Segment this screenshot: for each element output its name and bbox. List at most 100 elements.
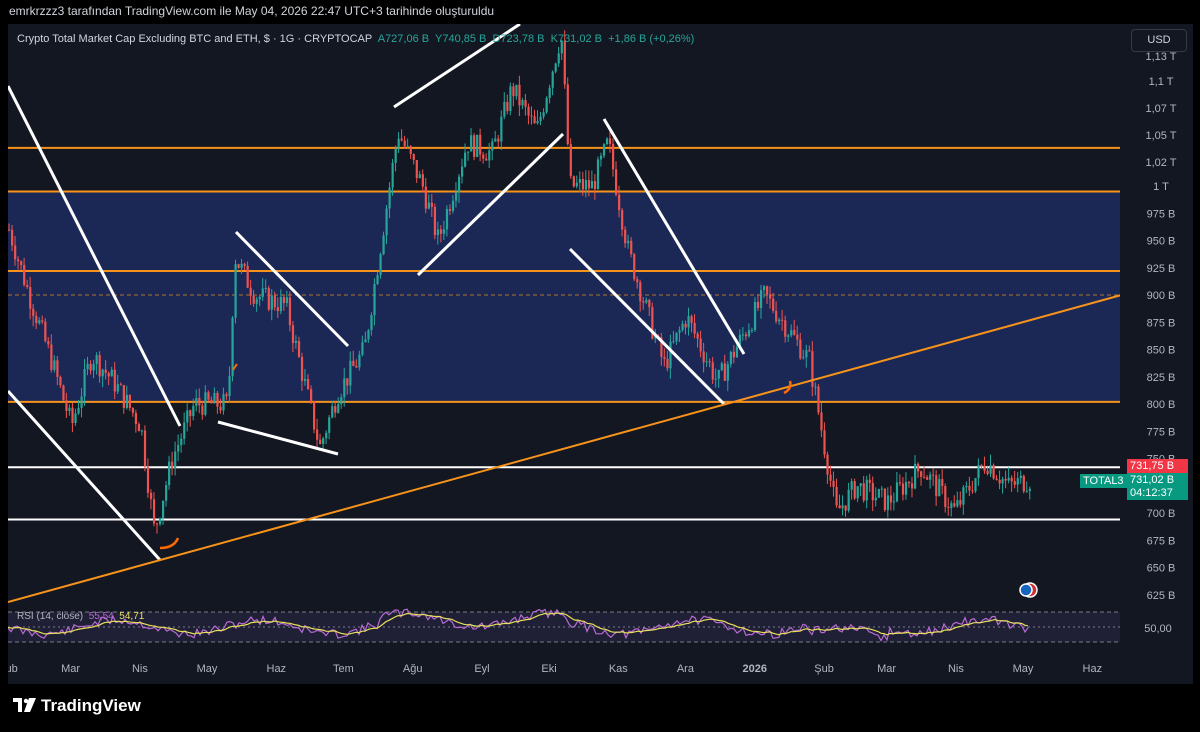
candle-body [346,378,349,386]
currency-button[interactable]: USD [1131,29,1187,52]
candle-body [750,330,754,332]
chart-panel[interactable]: 1,13 T 1,1 T 1,07 T 1,05 T 1,02 T 1 T 975 B 950… [8,24,1193,684]
candle-body [186,410,189,423]
candle-body [557,53,560,64]
candle-body [886,495,890,511]
candle-body [1010,477,1013,482]
candle-body [820,412,823,431]
legend-close: K731,02 B [550,33,602,45]
candle-body [717,370,720,379]
candle-body [294,340,298,344]
candle-body [403,140,406,147]
candle-body [965,485,968,488]
candle-body [766,286,769,295]
price-tick-label: 625 B [1147,590,1176,602]
candle-body [575,182,578,187]
candle-body [451,200,455,211]
marker-arc-april [159,537,180,550]
candle-body [723,363,726,381]
candle-body [113,369,116,392]
candle-body [917,463,920,472]
price-tag-countdown: 04:12:37 [1127,486,1188,500]
candle-body [971,490,974,492]
candle-body [636,279,639,283]
candle-body [1004,478,1007,481]
candle-body [343,378,346,398]
candle-body [850,481,853,490]
candle-body [177,445,180,452]
candle-body [944,486,947,508]
time-tick-label: Eki [541,663,556,675]
candle-body [950,503,953,509]
candle-body [101,369,104,377]
candle-body [461,166,464,177]
candle-body [775,310,778,322]
candle-body [672,341,675,343]
candle-body [669,341,672,369]
price-tick-label: 1,07 T [1146,103,1177,115]
candle-body [605,138,609,145]
candle-body [859,483,862,487]
candle-body [793,330,796,335]
candle-body [313,401,316,430]
candle-body [877,489,880,498]
candle-body [482,154,485,159]
candle-body [929,474,932,480]
time-tick-label: Mar [61,663,80,675]
candle-body [914,463,917,489]
candle-body [1016,478,1019,485]
candle-body [847,489,850,511]
time-tick-label: Nis [132,663,148,675]
time-tick-label: Ara [677,663,695,675]
candle-body [364,339,367,343]
candle-body [506,101,509,112]
candle-body [645,299,648,303]
time-tick-label: Şub [8,663,18,675]
candle-body [642,301,645,303]
candle-body [835,486,838,506]
candle-body [325,432,328,439]
candle-body [584,179,588,190]
candle-body [180,438,183,446]
candle-body [439,229,443,234]
candle-body [693,322,696,334]
header-caption: emrkrzzz3 tarafından TradingView.com ile… [9,4,495,18]
candle-body [862,483,865,501]
candle-body [457,176,461,193]
candle-body [569,144,572,177]
candle-body [159,518,162,525]
candle-body [702,351,705,363]
candle-body [258,296,261,300]
candle-body [938,479,941,497]
candle-body [412,154,415,161]
candle-body [853,481,856,499]
candle-body [901,483,905,495]
candle-body [485,158,488,161]
tradingview-brand[interactable]: TradingView [13,696,141,716]
candle-body [427,202,430,209]
candle-body [935,475,938,497]
candle-body [261,288,264,297]
candle-body [977,464,980,479]
rsi-axis-label: 50,00 [1144,623,1172,635]
candle-body [361,342,364,355]
candle-body [714,378,717,380]
candle-body [210,399,213,404]
candle-body [587,179,591,189]
candle-body [228,376,231,397]
candle-body [282,297,286,304]
candle-body [696,333,699,339]
time-tick-label: Eyl [474,663,489,675]
candle-body [759,290,763,309]
candle-body [464,152,467,167]
candle-body [430,202,433,207]
price-tick-label: 800 B [1147,399,1176,411]
candle-body [995,478,998,480]
time-tick-label: Kas [609,663,628,675]
legend-high: Y740,85 B [435,33,487,45]
price-chart[interactable]: 1,13 T 1,1 T 1,07 T 1,05 T 1,02 T 1 T 975 B 950… [8,24,1193,684]
candle-body [433,206,437,236]
candle-body [44,321,47,342]
candle-body [527,106,530,116]
candle-body [518,84,521,106]
